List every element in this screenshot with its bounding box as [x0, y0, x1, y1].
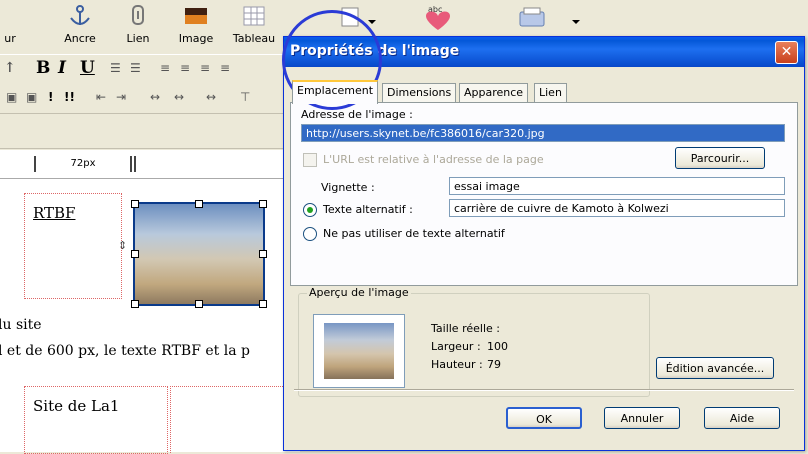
image-preview-group: Aperçu de l'image Taille réelle : Largeu… — [298, 286, 650, 397]
no-alt-text-label: Ne pas utiliser de texte alternatif — [323, 227, 505, 240]
numbered-list-icon[interactable]: ☰ — [130, 61, 141, 77]
paragraph-text: lu site — [0, 317, 42, 333]
actual-size-label: Taille réelle : — [431, 322, 500, 335]
anchor-button-label: Ancre — [64, 32, 96, 45]
move-handle-icon[interactable]: ⇕ — [118, 239, 127, 252]
document-tabstrip — [0, 113, 300, 149]
table-cell[interactable]: RTBF — [24, 193, 122, 299]
toolbar-button-partial[interactable]: ur — [0, 4, 42, 52]
width3-icon[interactable]: ↔ — [206, 90, 216, 106]
tab-lien[interactable]: Lien — [534, 83, 567, 102]
resize-handle[interactable] — [131, 250, 139, 258]
tooltip-label: Vignette : — [321, 181, 375, 194]
alt-text-label: Texte alternatif : — [323, 203, 413, 216]
resize-handle[interactable] — [195, 300, 203, 308]
ok-button[interactable]: OK — [506, 407, 582, 429]
secondary-toolbar: ▣ ▣ ! !! ⇤ ⇥ ↔ ↔ ↔ ⊤ — [0, 84, 300, 112]
justify-icon[interactable]: ≡ — [220, 61, 230, 77]
indent-icon[interactable]: ⇥ — [116, 90, 126, 106]
spellcheck-icon[interactable]: abc — [418, 2, 458, 32]
resize-handle[interactable] — [131, 200, 139, 208]
ruler: 72px — [0, 150, 300, 179]
tab-apparence[interactable]: Apparence — [459, 83, 529, 102]
resize-handle[interactable] — [131, 300, 139, 308]
preview-frame — [313, 314, 405, 388]
close-button[interactable]: ✕ — [775, 41, 798, 64]
table-button[interactable]: Tableau — [222, 4, 286, 52]
bold-button[interactable]: B — [36, 58, 50, 78]
ruler-right-box — [134, 156, 302, 172]
table-icon — [243, 6, 265, 26]
align-center-icon[interactable]: ≡ — [180, 61, 190, 77]
anchor-icon — [70, 5, 90, 25]
alt-text-input[interactable]: carrière de cuivre de Kamoto à Kolwezi — [449, 199, 785, 217]
height-label: Hauteur : — [431, 358, 483, 371]
tab-panel: Adresse de l'image : http://users.skynet… — [290, 102, 798, 286]
alt-text-radio[interactable] — [303, 203, 317, 217]
link-button[interactable]: Lien — [106, 4, 170, 52]
resize-handle[interactable] — [195, 200, 203, 208]
image-button-label: Image — [178, 32, 214, 45]
very-important-icon[interactable]: !! — [64, 90, 75, 106]
italic-button[interactable]: I — [58, 58, 66, 78]
anchor-button[interactable]: Ancre — [48, 4, 112, 52]
tab-emplacement[interactable]: Emplacement — [292, 80, 379, 104]
dialog-divider — [294, 389, 794, 391]
preview-legend: Aperçu de l'image — [307, 286, 411, 299]
paste-format-icon[interactable]: ▣ — [26, 90, 37, 106]
tab-dimensions[interactable]: Dimensions — [382, 83, 457, 102]
table-cell[interactable] — [170, 386, 299, 453]
relative-url-checkbox[interactable] — [303, 153, 317, 167]
align-right-icon[interactable]: ≡ — [200, 61, 210, 77]
tooltip-input[interactable]: essai image — [449, 177, 785, 195]
print-icon[interactable] — [516, 6, 586, 32]
image-properties-dialog: Propriétés de l'image ✕ Emplacement Dime… — [283, 36, 805, 451]
width-value: 100 — [487, 340, 508, 353]
ruler-width-box[interactable]: 72px — [34, 156, 132, 172]
image-address-label: Adresse de l'image : — [301, 108, 413, 121]
arrow-icon[interactable]: ↑ — [4, 60, 16, 76]
copy-format-icon[interactable]: ▣ — [6, 90, 17, 106]
align-left-icon[interactable]: ≡ — [160, 61, 170, 77]
resize-handle[interactable] — [259, 300, 267, 308]
toolbar-button-label: ur — [4, 32, 16, 45]
link-icon — [132, 5, 144, 25]
toolbar-icon — [0, 4, 23, 28]
image-address-input[interactable]: http://users.skynet.be/fc386016/car320.j… — [301, 124, 785, 142]
relative-url-label: L'URL est relative à l'adresse de la pag… — [323, 153, 544, 166]
cancel-button[interactable]: Annuler — [604, 407, 680, 429]
resize-handle[interactable] — [259, 250, 267, 258]
format-toolbar: ↑ B I U ☰ ☰ ≡ ≡ ≡ ≡ — [0, 54, 300, 83]
editor-area[interactable]: RTBF ⇕ lu site l et de 600 px, le texte … — [0, 179, 300, 454]
table-cell[interactable]: Site de La1 — [24, 386, 168, 454]
paragraph-text: l et de 600 px, le texte RTBF et la p — [0, 343, 250, 359]
advanced-edit-button[interactable]: Édition avancée... — [656, 357, 774, 379]
help-button[interactable]: Aide — [704, 407, 780, 429]
image-icon — [185, 8, 207, 24]
table-button-label: Tableau — [232, 32, 276, 45]
selected-image[interactable] — [131, 200, 267, 308]
image-button[interactable]: Image — [164, 4, 228, 52]
width-label: Largeur : — [431, 340, 481, 353]
bullet-list-icon[interactable]: ☰ — [110, 61, 121, 77]
link-button-label: Lien — [126, 32, 150, 45]
preview-thumbnail — [324, 323, 394, 379]
browse-button[interactable]: Parcourir... — [675, 147, 765, 169]
width-icon[interactable]: ↔ — [150, 90, 160, 106]
underline-button[interactable]: U — [80, 58, 95, 78]
important-icon[interactable]: ! — [48, 90, 53, 106]
outdent-icon[interactable]: ⇤ — [96, 90, 106, 106]
resize-handle[interactable] — [259, 200, 267, 208]
height-value: 79 — [487, 358, 501, 371]
rtbf-link[interactable]: RTBF — [33, 204, 75, 222]
no-alt-text-radio[interactable] — [303, 227, 317, 241]
cell-text: Site de La1 — [33, 397, 120, 415]
width2-icon[interactable]: ↔ — [174, 90, 184, 106]
misc-icon[interactable]: ⊤ — [240, 90, 250, 106]
